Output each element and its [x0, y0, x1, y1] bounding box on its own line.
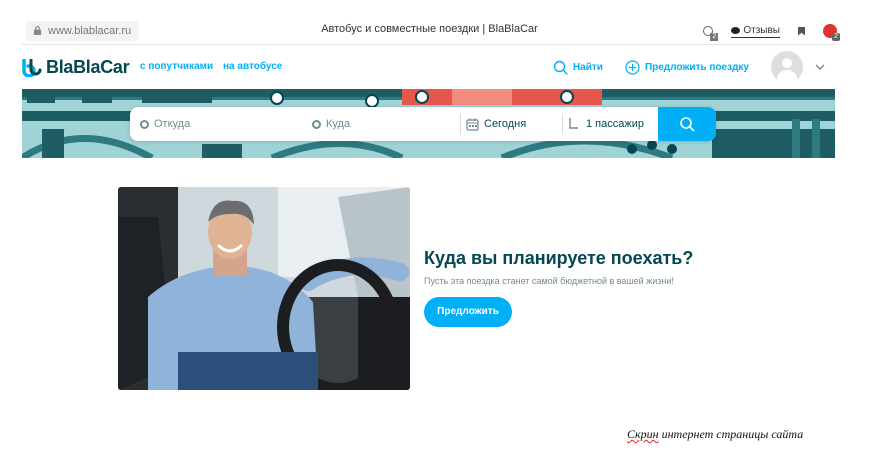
to-placeholder: Куда [326, 118, 351, 130]
avatar[interactable] [771, 51, 803, 83]
search-icon [680, 117, 695, 132]
promo-subtitle: Пусть эта поездка станет самой бюджетной… [424, 276, 674, 286]
caption-rest: интернет страницы сайта [658, 427, 804, 441]
avatar-body [777, 70, 797, 83]
plus-circle-icon [625, 59, 640, 75]
promo-offer-button[interactable]: Предложить [424, 297, 512, 327]
calendar-icon [466, 118, 479, 131]
extension-icon[interactable]: 2 [703, 26, 719, 41]
origin-circle-icon [140, 119, 149, 129]
to-field[interactable]: Куда [312, 107, 452, 141]
adblock-icon[interactable]: 2 [823, 24, 840, 41]
chevron-down-icon[interactable] [815, 63, 825, 71]
driver-photo-illustration [118, 187, 410, 390]
search-icon [553, 60, 568, 75]
seat-icon [569, 118, 578, 129]
ride-search-form: Откуда Куда Сегодня 1 пассажир [130, 107, 716, 141]
date-field[interactable]: Сегодня [460, 107, 556, 141]
reviews-label: Отзывы [743, 24, 780, 36]
header-actions: Найти Предложить поездку [553, 51, 835, 83]
nav-carpool-link[interactable]: с попутчиками [140, 61, 213, 72]
hero-banner: Откуда Куда Сегодня 1 пассажир [22, 89, 835, 158]
promo-driver-photo [118, 187, 410, 390]
speech-bubble-icon [731, 26, 741, 34]
offer-ride-label: Предложить поездку [644, 61, 749, 73]
logo-text: BlaBlaCar [46, 57, 130, 77]
find-button[interactable]: Найти [553, 60, 603, 75]
find-label: Найти [572, 61, 603, 73]
browser-toolbar: www.blablacar.ru Автобус и совместные по… [22, 18, 840, 44]
reviews-button[interactable]: Отзывы [731, 25, 780, 38]
destination-circle-icon [312, 119, 321, 129]
from-placeholder: Откуда [154, 118, 191, 130]
date-value: Сегодня [484, 118, 527, 130]
site-header: BlaBlaCar с попутчиками на автобусе Найт… [22, 44, 835, 88]
blablacar-logo-icon [22, 58, 42, 77]
screenshot-caption: Скрин интернет страницы сайта [627, 427, 803, 442]
caption-first-word: Скрин [627, 427, 659, 441]
offer-ride-button[interactable]: Предложить поездку [625, 59, 749, 75]
bookmark-icon[interactable] [798, 26, 805, 36]
search-button[interactable] [658, 107, 716, 141]
nav-bus-link[interactable]: на автобусе [223, 61, 282, 72]
promo-title: Куда вы планируете поехать? [424, 248, 694, 268]
logo[interactable]: BlaBlaCar [22, 57, 130, 78]
browser-extension-area: 2 Отзывы 2 [703, 21, 840, 41]
passengers-value: 1 пассажир [586, 118, 644, 130]
avatar-head [782, 58, 792, 68]
passengers-field[interactable]: 1 пассажир [562, 107, 658, 141]
from-field[interactable]: Откуда [140, 107, 300, 141]
